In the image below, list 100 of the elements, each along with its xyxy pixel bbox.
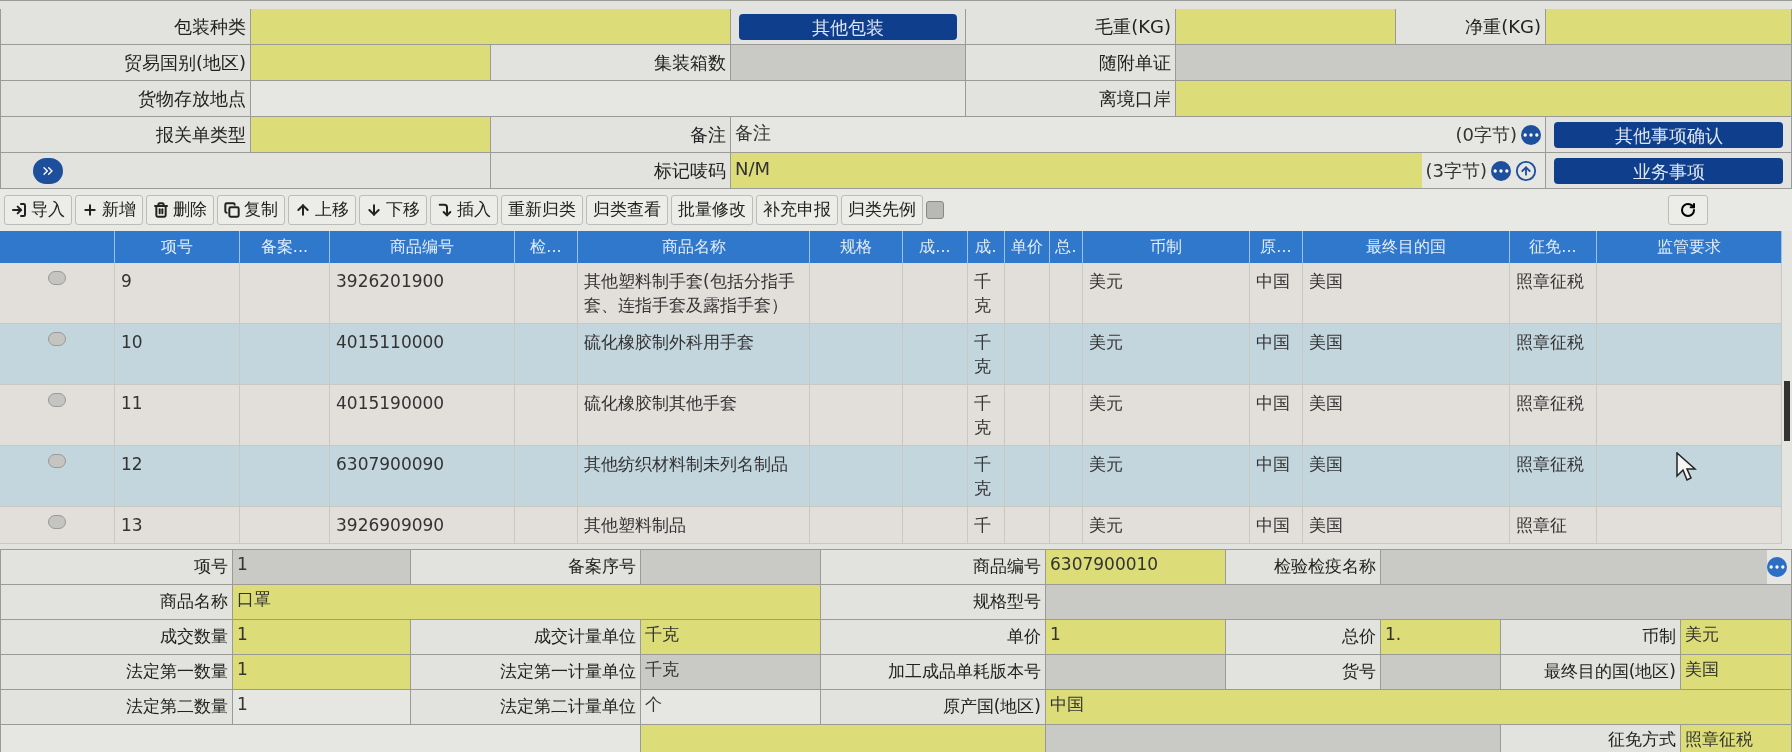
input-field[interactable] [251,117,490,152]
input-field[interactable] [641,725,1045,752]
radio-button[interactable] [48,332,66,346]
expand-button[interactable] [33,157,63,184]
toolbar-button[interactable]: 删除 [146,195,214,225]
table-cell: 美元 [1089,393,1123,413]
input-field[interactable]: N/M [731,153,1422,188]
toolbar-button[interactable]: 导入 [4,195,72,225]
toolbar-button[interactable]: 下移 [359,195,427,225]
checkbox[interactable] [926,201,944,219]
input-field[interactable]: 千克 [641,655,820,689]
radio-button[interactable] [48,271,66,285]
input-field[interactable] [1046,585,1791,619]
field-label: 单价 [1007,625,1041,649]
table-cell: 硫化橡胶制外科用手套 [584,332,754,352]
field-label: 毛重(KG) [1095,15,1171,39]
field-label: 成交数量 [160,625,228,649]
input-field[interactable] [1176,9,1395,44]
table-cell: 美元 [1089,271,1123,291]
field-label: 随附单证 [1099,51,1171,75]
field-label: 商品名称 [160,590,228,614]
input-field[interactable]: 千克 [641,620,820,654]
field-label: 规格型号 [973,590,1041,614]
input-field[interactable] [641,550,820,584]
table-cell: 美国 [1309,454,1343,474]
table-cell: 4015110000 [336,332,445,352]
input-field[interactable] [1546,9,1791,44]
input-field[interactable]: 照章征税 [1681,725,1791,752]
byte-counter: (3字节) [1424,159,1488,183]
toolbar-button[interactable]: 复制 [217,195,285,225]
input-field[interactable] [1046,725,1500,752]
refresh-button[interactable] [1668,195,1708,225]
table-cell: 千克 [974,454,991,498]
input-field[interactable]: 1 [233,550,410,584]
table-cell: 中国 [1256,515,1290,535]
input-field[interactable] [251,45,490,80]
toolbar-button[interactable]: 上移 [288,195,356,225]
input-field[interactable]: 中国 [1046,690,1791,724]
table-cell: 美元 [1089,454,1123,474]
refresh-icon [1680,202,1696,218]
arrow-up-icon[interactable] [1515,159,1537,182]
more-icon[interactable] [1491,160,1511,181]
table-cell: 美元 [1089,332,1123,352]
table-cell: 3926201900 [336,271,445,291]
table-cell: 美国 [1309,271,1343,291]
input-field[interactable]: 美国 [1681,655,1791,689]
table-cell: 千 [974,515,991,535]
table-cell: 4015190000 [336,393,445,413]
radio-button[interactable] [48,393,66,407]
table-cell: 美国 [1309,515,1343,535]
field-label: 检验检疫名称 [1274,555,1376,579]
input-field[interactable] [1381,550,1767,584]
input-field[interactable]: 6307900010 [1046,550,1225,584]
field-label: 货物存放地点 [138,87,246,111]
toolbar-button[interactable]: 归类查看 [586,195,668,225]
field-label: 法定第一数量 [126,660,228,684]
input-field[interactable]: 口罩 [233,585,820,619]
field-label: 离境口岸 [1099,87,1171,111]
field-label: 备案序号 [568,555,636,579]
radio-button[interactable] [48,454,66,468]
scrollbar[interactable] [1784,381,1790,441]
table-cell: 照章征 [1516,515,1567,535]
action-button[interactable]: 业务事项 [1554,157,1783,184]
field-label: 成交计量单位 [534,625,636,649]
toolbar-button[interactable]: 插入 [430,195,498,225]
toolbar-button[interactable]: 补充申报 [756,195,838,225]
copy-icon [224,202,240,218]
input-field[interactable] [1381,655,1500,689]
input-field[interactable] [731,45,965,80]
input-field[interactable]: 美元 [1681,620,1791,654]
table-cell: 照章征税 [1516,271,1584,291]
radio-button[interactable] [48,515,66,529]
field-label: 法定第二数量 [126,695,228,719]
input-field[interactable]: 1 [233,655,410,689]
more-icon[interactable] [1767,557,1787,577]
input-field[interactable] [251,9,730,44]
toolbar-button[interactable]: 归类先例 [841,195,923,225]
table-cell: 千克 [974,393,991,437]
input-field[interactable] [1046,655,1225,689]
input-field[interactable]: 1 [1046,620,1225,654]
toolbar-button[interactable]: 重新归类 [501,195,583,225]
table-cell: 照章征税 [1516,393,1584,413]
input-field[interactable] [1176,81,1791,116]
field-label: 加工成品单耗版本号 [888,660,1041,684]
action-button[interactable]: 其他包装 [739,13,957,40]
table-cell: 10 [121,332,143,352]
more-icon[interactable] [1521,124,1541,145]
table-cell: 3926909090 [336,515,445,535]
table-cell: 千克 [974,271,991,315]
byte-counter: (0字节) [1454,123,1518,147]
plus-icon [82,202,98,218]
toolbar-button[interactable]: 批量修改 [671,195,753,225]
input-field[interactable]: 1 [233,620,410,654]
table-cell: 6307900090 [336,454,445,474]
table-cell: 11 [121,393,143,413]
input-field[interactable]: 1. [1381,620,1500,654]
input-field[interactable] [1176,45,1791,80]
toolbar-button[interactable]: 新增 [75,195,143,225]
action-button[interactable]: 其他事项确认 [1554,121,1783,148]
table-cell: 12 [121,454,143,474]
